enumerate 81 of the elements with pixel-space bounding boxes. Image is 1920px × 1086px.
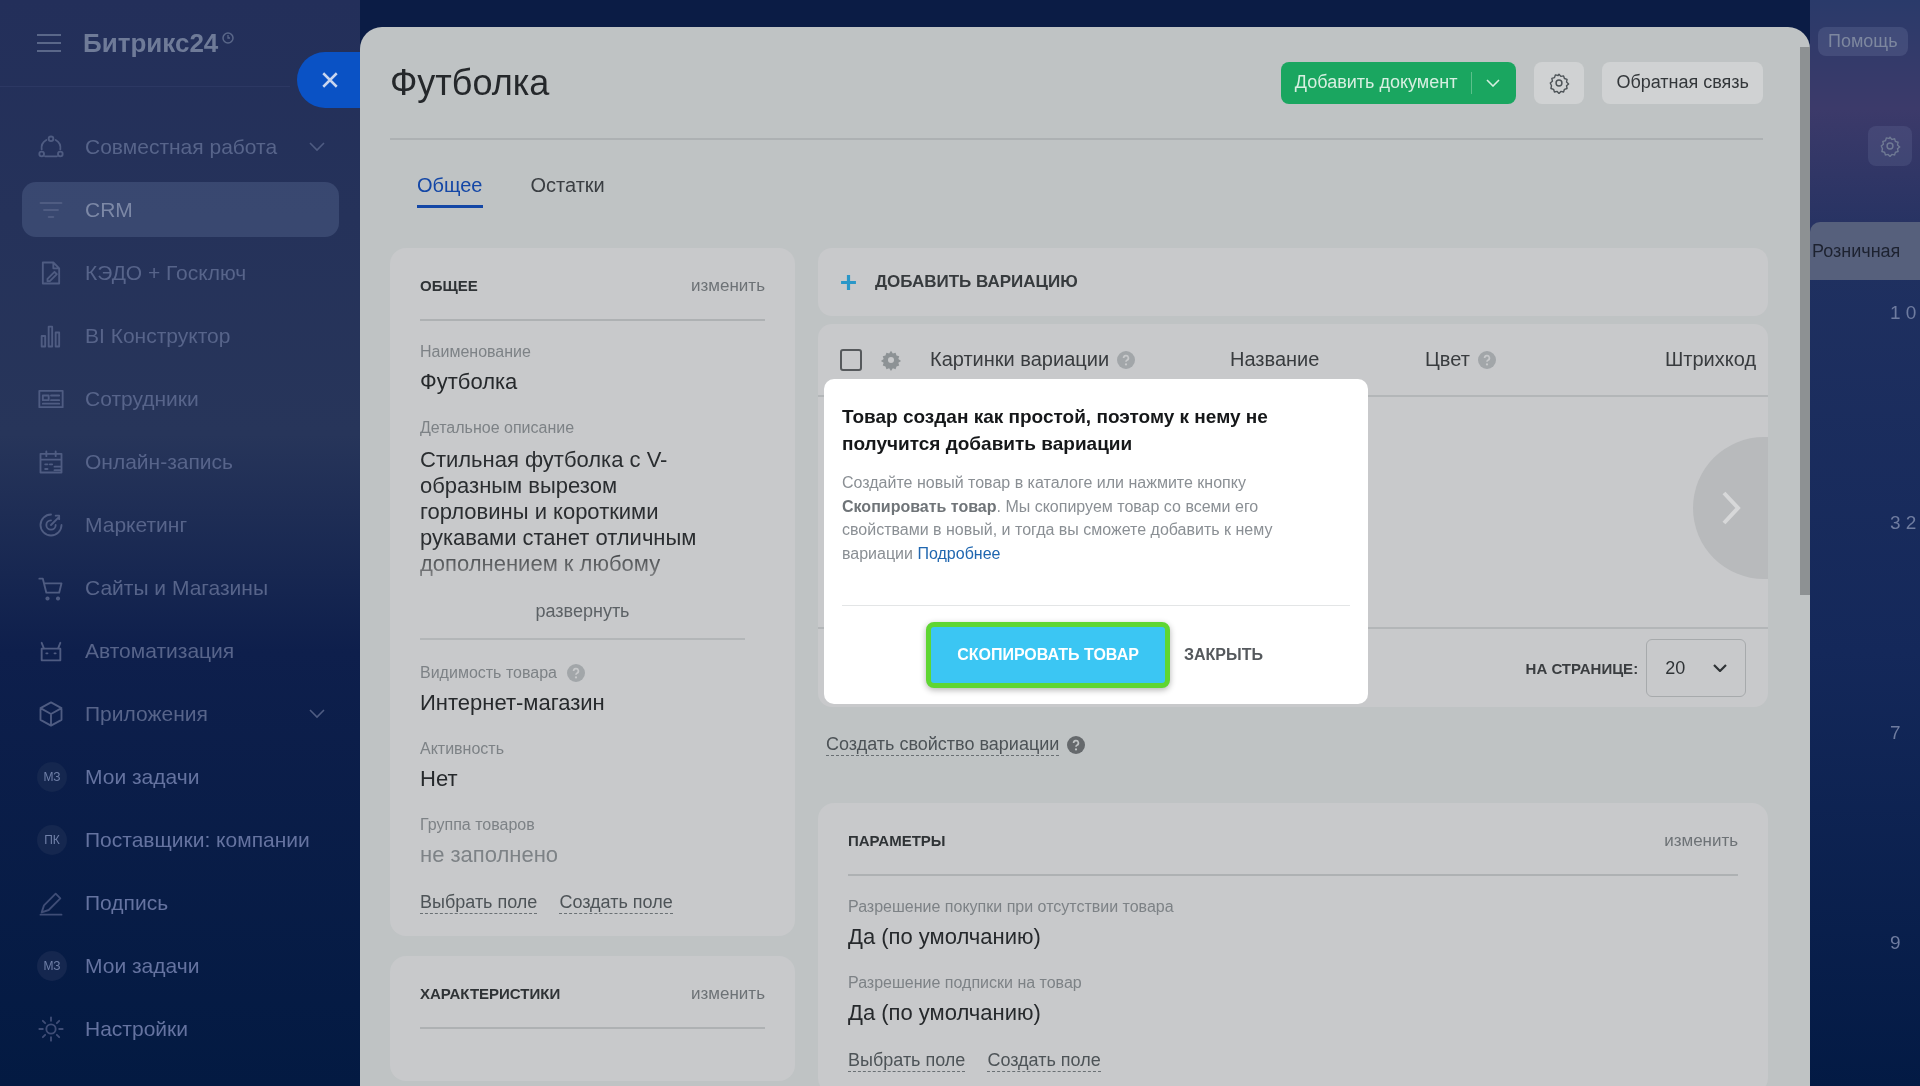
sidebar-item[interactable]: Сайты и Магазины [22,560,339,615]
more-link[interactable]: Подробнее [917,544,1001,562]
field-value: Нет [420,766,459,792]
field-value: Интернет-магазин [420,690,606,716]
table-cell: 3 2 [1890,512,1917,534]
sidebar-item[interactable]: Подпись [22,875,339,930]
sidebar-item[interactable]: Приложения [22,686,339,741]
table-cell: 1 0 [1890,302,1917,324]
avatar: МЗ [37,950,67,981]
help-icon[interactable] [1117,350,1136,369]
sidebar-item[interactable]: Автоматизация [22,623,339,678]
field-link[interactable]: Создать поле [987,1050,1101,1072]
card-heading: ОБЩЕЕ [420,277,478,294]
field-label: Разрешение покупки при отсутствии товара [848,898,1174,916]
sidebar-item[interactable]: МЗ Мои задачи [22,938,339,993]
close-popup-button[interactable]: ЗАКРЫТЬ [1178,645,1269,665]
sidebar-item[interactable]: МЗ Мои задачи [22,749,339,804]
scrollbar[interactable] [1800,47,1810,595]
field-value: не заполнено [420,842,560,868]
avatar: ПК [37,824,67,855]
edit-link[interactable]: изменить [691,275,765,296]
field-link[interactable]: Создать поле [559,892,673,914]
field-label: Видимость товара [420,664,557,682]
table-cell: 9 [1890,932,1901,954]
edit-link[interactable]: изменить [691,983,765,1004]
field-link[interactable]: Выбрать поле [848,1050,966,1072]
field-link[interactable]: Выбрать поле [420,892,538,914]
sidebar-item[interactable]: CRM [22,182,339,237]
help-icon[interactable] [1477,350,1496,369]
field-value: Да (по умолчанию) [848,924,1042,950]
tab[interactable]: Общее [417,174,483,208]
cube-icon [37,699,65,728]
sidebar-item[interactable]: Маркетинг [22,497,339,552]
close-button[interactable] [297,52,360,108]
select-all-checkbox[interactable] [840,348,862,371]
help-button[interactable]: Помощь [1818,27,1908,56]
chevron-down-icon [1486,78,1501,87]
sidebar-item[interactable]: Настройки [22,1001,339,1056]
column-header: Розничная [1810,222,1920,280]
add-variation-button[interactable]: ДОБАВИТЬ ВАРИАЦИЮ [875,272,1078,292]
field-value: Футболка [420,369,519,395]
menu-icon[interactable] [37,34,61,52]
page-title: Футболка [390,61,550,104]
per-page-select[interactable]: 20 [1646,639,1747,697]
copy-product-button[interactable]: СКОПИРОВАТЬ ТОВАР [926,622,1170,688]
help-icon[interactable] [566,664,585,682]
create-property-link[interactable]: Создать свойство вариации [826,734,1060,756]
logo[interactable]: Битрикс24 [83,27,219,59]
chevron-down-icon [309,708,325,719]
expand-link[interactable]: развернуть [535,601,630,622]
column-header[interactable]: Цвет [1425,348,1470,371]
table-cell: 7 [1890,722,1901,744]
popup-text: Создайте новый товар в каталоге или нажмите кнопку Скопировать товар. Мы скопируем товар со всеми его свойствами в новый, и тогда вы сможете добавить к нему вариации Подробнее [842,473,1274,564]
field-value: Да (по умолчанию) [848,1000,1042,1026]
column-header[interactable]: Штрихкод [1665,348,1757,371]
field-label: Разрешение подписки на товар [848,974,1082,992]
sidebar-item[interactable]: ПК Поставщики: компании [22,812,339,867]
settings-button[interactable] [1534,61,1585,104]
field-label: Активность [420,740,504,758]
edit-link[interactable]: изменить [1664,830,1739,851]
chevron-right-icon [1720,490,1741,526]
column-header[interactable]: Картинки вариации [930,348,1110,371]
column-header[interactable]: Название [1230,348,1320,371]
chevron-down-icon [309,141,325,152]
feedback-button[interactable]: Обратная связь [1602,61,1763,104]
popup-title: Товар создан как простой, поэтому к нему не получится добавить вариации [842,405,1269,456]
clock-icon [222,32,235,44]
help-icon[interactable] [1067,736,1086,754]
chevron-down-icon [1713,664,1728,672]
close-icon [321,71,339,89]
per-page-label: НА СТРАНИЦЕ: [1525,659,1639,677]
card-heading: ХАРАКТЕРИСТИКИ [420,985,561,1002]
card-heading: ПАРАМЕТРЫ [848,832,946,849]
field-label: Группа товаров [420,816,535,834]
field-label: Наименование [420,343,531,361]
tab[interactable]: Остатки [530,174,605,208]
field-label: Детальное описание [420,419,575,437]
avatar: МЗ [37,761,67,792]
add-document-button[interactable]: Добавить документ [1280,61,1517,104]
plus-icon[interactable] [840,273,857,291]
description-text: Стильная футболка с V-образным вырезом горловины и короткими рукавами станет отличным дополнением к любому [420,447,698,577]
